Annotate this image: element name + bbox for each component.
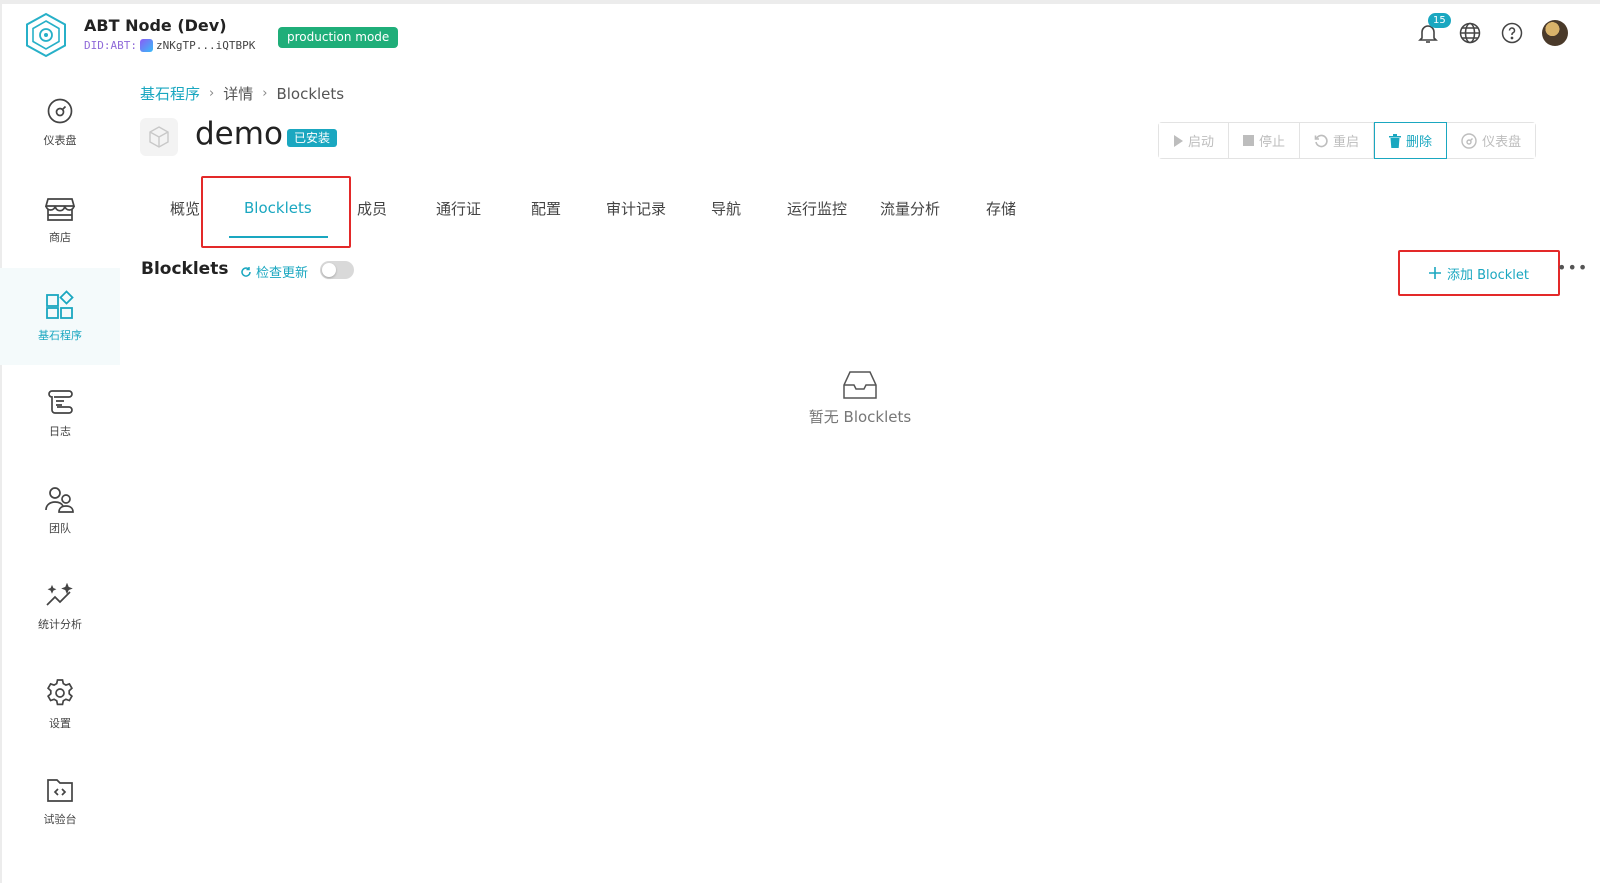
production-mode-badge: production mode — [278, 27, 399, 48]
notification-count-badge: 15 — [1428, 13, 1451, 28]
sidebar-item-label: 设置 — [49, 717, 71, 730]
sidebar-item-label: 试验台 — [43, 813, 77, 826]
sidebar-item-settings[interactable]: 设置 — [0, 656, 120, 753]
plus-icon — [1429, 267, 1441, 279]
stop-icon — [1243, 135, 1255, 146]
sidebar: 仪表盘 商店 基石程序 日志 团队 统计分析 设置 试验台 — [0, 74, 120, 883]
dashboard-icon — [1461, 132, 1477, 149]
tab-audit-logs[interactable]: 审计记录 — [606, 178, 666, 238]
delete-button-label: 删除 — [1406, 135, 1433, 150]
sidebar-item-blocklets[interactable]: 基石程序 — [0, 268, 120, 365]
notifications-button[interactable]: 15 — [1416, 13, 1451, 45]
tab-traffic-analytics[interactable]: 流量分析 — [880, 178, 940, 238]
did-value: zNKgTP...iQTBPK — [155, 39, 256, 52]
tab-overview[interactable]: 概览 — [170, 178, 200, 238]
tab-members[interactable]: 成员 — [357, 178, 387, 238]
sidebar-item-logs[interactable]: 日志 — [0, 365, 120, 462]
blocklet-icon — [46, 290, 74, 319]
add-blocklet-label: 添加 Blocklet — [1447, 267, 1529, 283]
cube-icon — [149, 126, 169, 148]
app-name: demo — [195, 116, 283, 152]
language-button[interactable] — [1458, 21, 1482, 45]
header-actions: 15 — [1416, 13, 1568, 46]
start-button-label: 启动 — [1188, 135, 1215, 150]
help-button[interactable] — [1500, 21, 1524, 45]
empty-state-text: 暂无 Blocklets — [808, 408, 912, 426]
installed-status-badge: 已安装 — [287, 129, 338, 147]
sidebar-item-label: 基石程序 — [38, 329, 82, 342]
did-address[interactable]: DID:ABT: zNKgTP...iQTBPK — [84, 39, 255, 52]
did-label: DID:ABT: — [84, 39, 137, 52]
sidebar-item-label: 统计分析 — [38, 618, 82, 631]
section-title: Blocklets — [141, 259, 229, 279]
tab-storage[interactable]: 存储 — [986, 178, 1016, 238]
breadcrumb-current: Blocklets — [276, 84, 345, 103]
breadcrumb-separator: › — [209, 86, 215, 101]
breadcrumb-separator: › — [262, 86, 268, 101]
sidebar-item-analytics[interactable]: 统计分析 — [0, 559, 120, 656]
delete-button[interactable]: 删除 — [1374, 122, 1448, 159]
empty-state: 暂无 Blocklets — [770, 370, 950, 427]
sidebar-item-playground[interactable]: 试验台 — [0, 753, 120, 850]
breadcrumb-root-link[interactable]: 基石程序 — [140, 83, 200, 104]
refresh-icon — [241, 266, 251, 277]
check-update-label: 检查更新 — [256, 266, 309, 281]
empty-inbox-icon — [843, 371, 877, 399]
breadcrumb: 基石程序 › 详情 › Blocklets — [140, 83, 344, 104]
restart-button[interactable]: 重启 — [1300, 123, 1375, 158]
sidebar-item-label: 日志 — [49, 425, 71, 438]
breadcrumb-detail-link[interactable]: 详情 — [223, 83, 253, 104]
app-icon — [140, 118, 178, 156]
add-blocklet-button[interactable]: 添加 Blocklet — [1398, 250, 1560, 296]
tab-runtime-monitor[interactable]: 运行监控 — [787, 178, 847, 238]
check-update-link[interactable]: 检查更新 — [240, 262, 308, 281]
start-button[interactable]: 启动 — [1159, 123, 1230, 158]
sidebar-item-team[interactable]: 团队 — [0, 462, 120, 559]
tab-passports[interactable]: 通行证 — [436, 178, 481, 238]
sidebar-item-store[interactable]: 商店 — [0, 171, 120, 268]
auto-check-toggle[interactable] — [320, 261, 354, 279]
stop-button[interactable]: 停止 — [1229, 123, 1301, 158]
sidebar-item-dashboard[interactable]: 仪表盘 — [0, 74, 120, 171]
globe-icon — [1459, 22, 1481, 44]
top-header: ABT Node (Dev) DID:ABT: zNKgTP...iQTBPK … — [0, 0, 1600, 74]
did-avatar-icon — [139, 39, 153, 52]
abt-node-logo[interactable] — [24, 12, 68, 58]
team-icon — [45, 487, 74, 513]
app-action-group: 启动 停止 重启 删除 仪表盘 — [1158, 122, 1537, 159]
play-icon — [1174, 134, 1183, 147]
dashboard-button[interactable]: 仪表盘 — [1447, 123, 1536, 158]
toggle-knob — [322, 263, 336, 277]
trash-icon — [1389, 133, 1402, 148]
app-title: ABT Node (Dev) — [84, 16, 227, 35]
dashboard-button-label: 仪表盘 — [1482, 135, 1522, 150]
logs-icon — [48, 390, 73, 414]
stop-button-label: 停止 — [1259, 135, 1286, 150]
store-icon — [45, 198, 75, 221]
user-avatar[interactable] — [1542, 20, 1568, 46]
more-options-button[interactable]: ••• — [1557, 258, 1588, 277]
help-icon — [1501, 22, 1523, 44]
tab-navigation[interactable]: 导航 — [711, 178, 741, 238]
restart-button-label: 重启 — [1333, 135, 1360, 150]
sidebar-item-label: 商店 — [49, 231, 71, 244]
sidebar-item-label: 仪表盘 — [43, 134, 77, 147]
restart-icon — [1314, 134, 1328, 147]
tab-config[interactable]: 配置 — [531, 178, 561, 238]
playground-icon — [47, 779, 73, 802]
dashboard-icon — [47, 98, 73, 124]
blocklets-tab-highlight — [201, 176, 351, 248]
settings-icon — [47, 679, 73, 706]
analytics-icon — [46, 583, 73, 606]
sidebar-item-label: 团队 — [49, 522, 71, 535]
